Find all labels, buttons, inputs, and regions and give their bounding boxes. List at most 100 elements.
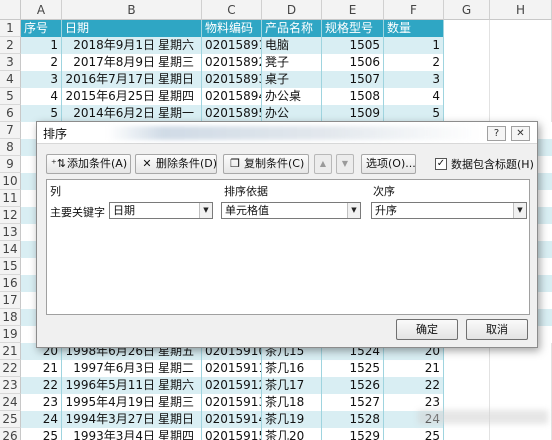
column-header-h[interactable]: H: [490, 0, 552, 20]
cell-date[interactable]: 2017年8月9日: [62, 54, 158, 71]
cell-date[interactable]: 2014年6月2日: [62, 105, 158, 122]
delete-condition-button[interactable]: ✕ 删除条件(D): [135, 154, 217, 174]
row-header[interactable]: 5: [0, 88, 21, 105]
empty-cell[interactable]: [490, 360, 552, 377]
row-header[interactable]: 22: [0, 360, 21, 377]
has-headers-checkbox[interactable]: ✓: [435, 158, 447, 170]
cell-material-code[interactable]: 02015913: [202, 394, 262, 411]
row-header[interactable]: 15: [0, 258, 21, 275]
header-cell[interactable]: 数量: [384, 20, 444, 37]
cell-spec[interactable]: 1509: [322, 105, 384, 122]
row-header[interactable]: 17: [0, 292, 21, 309]
empty-cell[interactable]: [490, 54, 552, 71]
cell-spec[interactable]: 1526: [322, 377, 384, 394]
cell-product-name[interactable]: 办公桌: [262, 88, 322, 105]
cell-material-code[interactable]: 02015912: [202, 377, 262, 394]
cancel-button[interactable]: 取消: [466, 319, 528, 340]
cell-material-code[interactable]: 02015914: [202, 411, 262, 428]
empty-cell[interactable]: [490, 105, 552, 122]
row-header[interactable]: 24: [0, 394, 21, 411]
chevron-down-icon[interactable]: ▼: [513, 203, 526, 218]
cell-date[interactable]: 1997年6月3日: [62, 360, 158, 377]
empty-cell[interactable]: [490, 37, 552, 54]
cell-material-code[interactable]: 02015891: [202, 37, 262, 54]
help-button[interactable]: ?: [487, 126, 506, 141]
column-header-a[interactable]: A: [21, 0, 62, 20]
row-header[interactable]: 26: [0, 428, 21, 440]
row-header[interactable]: 18: [0, 309, 21, 326]
row-header[interactable]: 13: [0, 224, 21, 241]
cell-product-name[interactable]: 茶几16: [262, 360, 322, 377]
column-header-b[interactable]: B: [62, 0, 202, 20]
empty-cell[interactable]: [444, 54, 490, 71]
cell-spec[interactable]: 1505: [322, 37, 384, 54]
cell-material-code[interactable]: 02015895: [202, 105, 262, 122]
cell-qty[interactable]: 25: [384, 428, 444, 440]
cell-material-code[interactable]: 02015911: [202, 360, 262, 377]
column-header-d[interactable]: D: [262, 0, 322, 20]
empty-cell[interactable]: [444, 88, 490, 105]
cell-date[interactable]: 2015年6月25日: [62, 88, 158, 105]
cell-seq[interactable]: 5: [21, 105, 62, 122]
header-cell[interactable]: 物料编码: [202, 20, 262, 37]
empty-cell[interactable]: [490, 20, 552, 37]
empty-cell[interactable]: [490, 377, 552, 394]
cell-product-name[interactable]: 桌子: [262, 71, 322, 88]
sort-levels-list[interactable]: 列 排序依据 次序 主要关键字 日期 ▼ 单元格值 ▼ 升序 ▼: [46, 179, 530, 315]
empty-cell[interactable]: [444, 20, 490, 37]
close-button[interactable]: ✕: [511, 126, 530, 141]
cell-material-code[interactable]: 02015915: [202, 428, 262, 440]
cell-date[interactable]: 1995年4月19日: [62, 394, 158, 411]
cell-qty[interactable]: 23: [384, 394, 444, 411]
cell-date[interactable]: 1994年3月27日: [62, 411, 158, 428]
cell-date[interactable]: 2016年7月17日: [62, 71, 158, 88]
row-header[interactable]: 14: [0, 241, 21, 258]
cell-seq[interactable]: 23: [21, 394, 62, 411]
empty-cell[interactable]: [444, 360, 490, 377]
sort-on-select[interactable]: 单元格值 ▼: [221, 202, 361, 219]
row-header[interactable]: 1: [0, 20, 21, 37]
cell-product-name[interactable]: 茶几20: [262, 428, 322, 440]
sort-column-select[interactable]: 日期 ▼: [109, 202, 213, 219]
cell-seq[interactable]: 4: [21, 88, 62, 105]
column-header-g[interactable]: G: [444, 0, 490, 20]
move-up-button[interactable]: ▲: [314, 154, 332, 174]
sort-order-select[interactable]: 升序 ▼: [371, 202, 527, 219]
row-header[interactable]: 25: [0, 411, 21, 428]
options-button[interactable]: 选项(O)...: [361, 154, 416, 174]
column-header-c[interactable]: C: [202, 0, 262, 20]
cell-spec[interactable]: 1527: [322, 394, 384, 411]
row-header[interactable]: 6: [0, 105, 21, 122]
cell-seq[interactable]: 25: [21, 428, 62, 440]
cell-product-name[interactable]: 茶几17: [262, 377, 322, 394]
empty-cell[interactable]: [490, 71, 552, 88]
add-condition-button[interactable]: ⁺⇅添加条件(A): [46, 154, 131, 174]
row-header[interactable]: 16: [0, 275, 21, 292]
select-all-corner[interactable]: [0, 0, 21, 20]
empty-cell[interactable]: [444, 105, 490, 122]
row-header[interactable]: 7: [0, 122, 21, 139]
empty-cell[interactable]: [490, 88, 552, 105]
cell-date[interactable]: 1996年5月11日: [62, 377, 158, 394]
row-header[interactable]: 9: [0, 156, 21, 173]
empty-cell[interactable]: [490, 428, 552, 440]
row-header[interactable]: 10: [0, 173, 21, 190]
empty-cell[interactable]: [444, 71, 490, 88]
header-cell[interactable]: 日期: [62, 20, 202, 37]
cell-product-name[interactable]: 办公: [262, 105, 322, 122]
cell-product-name[interactable]: 茶几18: [262, 394, 322, 411]
cell-date[interactable]: 2018年9月1日: [62, 37, 158, 54]
header-cell[interactable]: 产品名称: [262, 20, 322, 37]
cell-seq[interactable]: 22: [21, 377, 62, 394]
empty-cell[interactable]: [444, 37, 490, 54]
column-header-e[interactable]: E: [322, 0, 384, 20]
cell-spec[interactable]: 1529: [322, 428, 384, 440]
row-header[interactable]: 12: [0, 207, 21, 224]
cell-qty[interactable]: 3: [384, 71, 444, 88]
row-header[interactable]: 3: [0, 54, 21, 71]
cell-seq[interactable]: 2: [21, 54, 62, 71]
empty-cell[interactable]: [444, 377, 490, 394]
cell-qty[interactable]: 5: [384, 105, 444, 122]
cell-qty[interactable]: 4: [384, 88, 444, 105]
row-header[interactable]: 2: [0, 37, 21, 54]
